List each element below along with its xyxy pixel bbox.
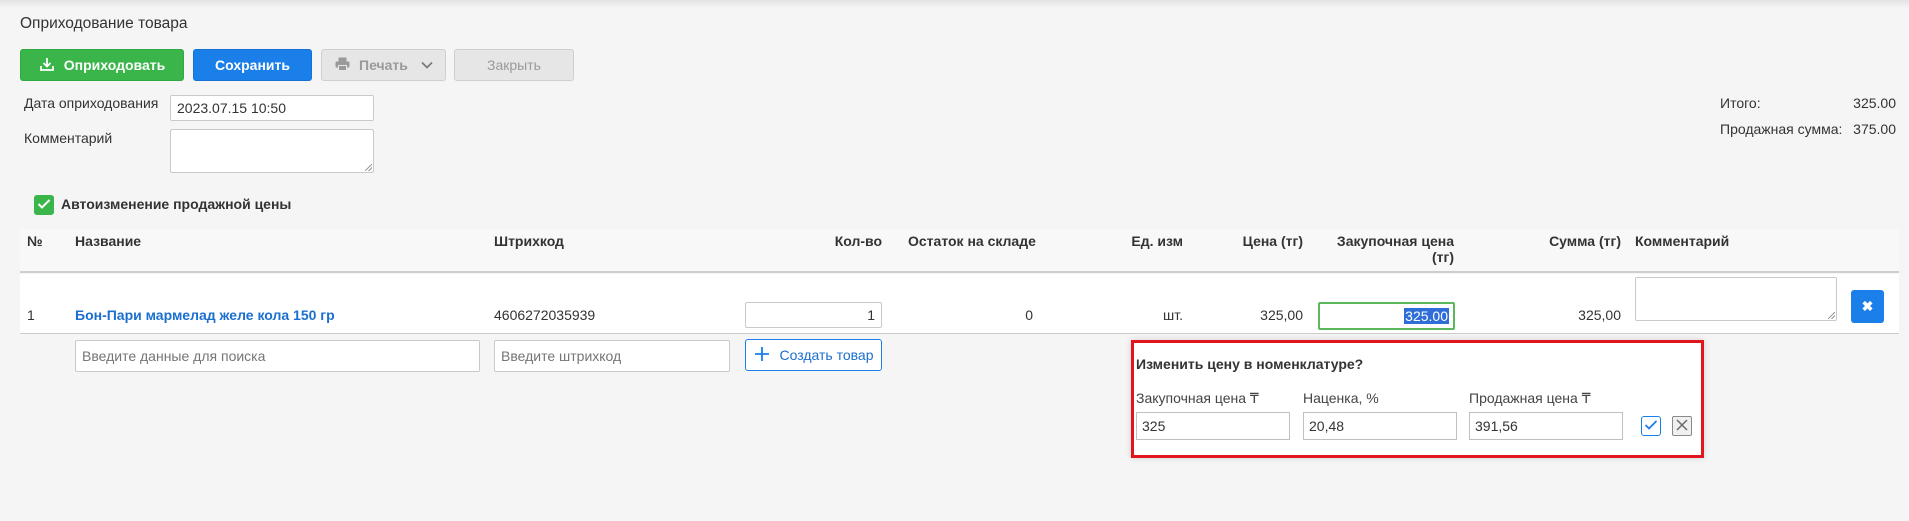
- create-product-button[interactable]: Создать товар: [745, 339, 882, 371]
- col-sum: Сумма (тг): [1549, 233, 1621, 249]
- post-button-label: Оприходовать: [63, 57, 166, 73]
- product-link[interactable]: Бон-Пари мармелад желе кола 150 гр: [75, 307, 335, 323]
- purchase-price-selected-text: 325.00: [1404, 308, 1449, 324]
- row-comment-textarea[interactable]: [1635, 277, 1837, 321]
- delete-row-button[interactable]: ✖: [1851, 290, 1884, 323]
- col-purchase-line1: Закупочная цена: [1336, 233, 1454, 249]
- total-value: 325.00: [1853, 95, 1896, 111]
- popup-confirm-button[interactable]: [1641, 416, 1661, 436]
- purchase-price-input[interactable]: 325.00: [1318, 302, 1455, 330]
- comment-label: Комментарий: [24, 130, 113, 146]
- post-button[interactable]: Оприходовать: [20, 49, 184, 81]
- sale-sum-value: 375.00: [1853, 121, 1896, 137]
- popup-purchase-label: Закупочная цена ₸: [1136, 390, 1259, 406]
- resize-handle-icon[interactable]: [1828, 312, 1835, 319]
- download-icon: [39, 56, 55, 75]
- col-num: №: [27, 233, 43, 249]
- check-icon: [1644, 418, 1658, 434]
- popup-markup-input[interactable]: 20,48: [1303, 412, 1457, 440]
- popup-purchase-input[interactable]: 325: [1136, 412, 1290, 440]
- row-num: 1: [27, 307, 35, 323]
- auto-price-checkbox[interactable]: [34, 195, 54, 215]
- table-row: [20, 274, 1899, 334]
- col-stock: Остаток на складе: [908, 233, 1036, 249]
- save-button[interactable]: Сохранить: [193, 49, 312, 81]
- chevron-down-icon[interactable]: [420, 58, 434, 75]
- col-name: Название: [75, 233, 142, 249]
- popup-sale-label: Продажная цена ₸: [1469, 390, 1591, 406]
- create-product-label: Создать товар: [779, 347, 874, 363]
- col-purchase-line2: (тг): [1431, 249, 1454, 265]
- sale-sum-label: Продажная сумма:: [1720, 121, 1843, 137]
- close-icon: ✖: [1861, 298, 1874, 314]
- row-comment-wrapper: [1635, 277, 1837, 321]
- row-sum: 325,00: [1578, 307, 1621, 323]
- col-purchase: Закупочная цена (тг): [1320, 233, 1454, 265]
- comment-textarea[interactable]: [170, 129, 374, 173]
- printer-icon: [335, 57, 350, 74]
- row-unit: шт.: [1163, 307, 1183, 323]
- popup-sale-input[interactable]: 391,56: [1469, 412, 1623, 440]
- date-label: Дата оприходования: [24, 95, 159, 111]
- comment-wrapper: [170, 129, 374, 173]
- qty-input[interactable]: [745, 302, 882, 328]
- col-barcode: Штрихкод: [494, 233, 564, 249]
- total-label: Итого:: [1720, 95, 1761, 111]
- row-barcode: 4606272035939: [494, 307, 596, 323]
- close-icon: [1675, 418, 1689, 435]
- popup-cancel-button[interactable]: [1672, 416, 1692, 436]
- date-input[interactable]: [170, 95, 374, 121]
- row-price: 325,00: [1260, 307, 1303, 323]
- page-title: Оприходование товара: [20, 15, 188, 32]
- product-search-input[interactable]: [75, 340, 480, 372]
- col-qty: Кол-во: [834, 233, 882, 249]
- col-comment: Комментарий: [1635, 233, 1730, 249]
- resize-handle-icon[interactable]: [365, 164, 372, 171]
- close-button[interactable]: Закрыть: [454, 49, 574, 81]
- barcode-search-input[interactable]: [494, 340, 730, 372]
- auto-price-label: Автоизменение продажной цены: [61, 196, 292, 212]
- plus-icon: [754, 346, 770, 365]
- top-shadow: [0, 0, 1909, 8]
- col-price: Цена (тг): [1242, 233, 1303, 249]
- print-button[interactable]: Печать: [321, 49, 446, 81]
- row-stock: 0: [1025, 307, 1033, 323]
- check-icon: [37, 197, 51, 213]
- col-unit: Ед. изм: [1131, 233, 1183, 249]
- popup-markup-label: Наценка, %: [1303, 390, 1379, 406]
- popup-title: Изменить цену в номенклатуре?: [1136, 356, 1364, 372]
- print-button-label: Печать: [359, 57, 408, 73]
